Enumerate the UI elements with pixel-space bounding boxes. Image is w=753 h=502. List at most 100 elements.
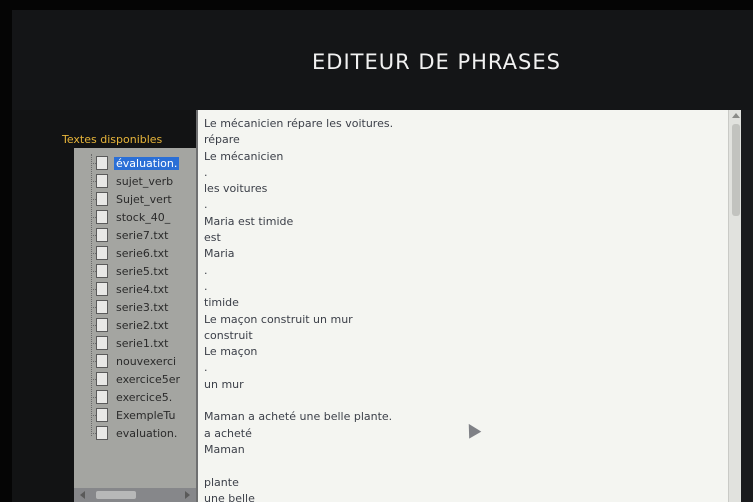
editor-line: une belle [204, 491, 255, 502]
file-item-label: évaluation. [114, 156, 180, 170]
document-icon [96, 192, 108, 206]
editor-line: Le maçon construit un mur [204, 312, 353, 326]
screen: EDITEUR DE PHRASES Textes disponibles év… [12, 10, 753, 502]
file-item-evaluation[interactable]: évaluation. [91, 154, 180, 172]
editor-line: un mur [204, 377, 244, 391]
tree-tick [91, 253, 96, 254]
tree-tick [91, 181, 96, 182]
tree-tick [91, 235, 96, 236]
file-item-nouvexerci[interactable]: nouvexerci [91, 352, 178, 370]
editor-text-area[interactable]: Le mécanicien répare les voitures. répar… [204, 116, 714, 502]
sentence-editor[interactable]: Le mécanicien répare les voitures. répar… [196, 110, 743, 502]
file-item-serie1[interactable]: serie1.txt [91, 334, 170, 352]
scroll-right-arrow-icon[interactable] [185, 491, 190, 499]
editor-line: répare [204, 133, 240, 147]
document-icon [96, 390, 108, 404]
window-edge [741, 110, 753, 502]
file-item-exercice5er[interactable]: exercice5er [91, 370, 182, 388]
file-item-label: sujet_verb [116, 174, 174, 188]
file-item-label: serie7.txt [116, 228, 169, 242]
tree-tick [91, 307, 96, 308]
editor-line: Le maçon [204, 345, 258, 359]
document-icon [96, 282, 108, 296]
document-icon [96, 354, 108, 368]
file-item-label: ExempleTu [116, 408, 176, 422]
tree-tick [91, 163, 96, 164]
file-item-serie7[interactable]: serie7.txt [91, 226, 170, 244]
tree-tick [91, 433, 96, 434]
document-icon [96, 336, 108, 350]
scroll-left-arrow-icon[interactable] [80, 491, 85, 499]
file-item-label: stock_40_ [116, 210, 171, 224]
file-item-sujet-vert[interactable]: Sujet_vert [91, 190, 174, 208]
editor-line: Maria [204, 247, 235, 261]
editor-line: Maman a acheté une belle plante. [204, 410, 393, 424]
editor-line: Maman [204, 442, 245, 456]
tree-tick [91, 415, 96, 416]
tree-connector [91, 154, 92, 436]
scrollbar-thumb[interactable] [732, 124, 740, 216]
tree-tick [91, 289, 96, 290]
tree-tick [91, 361, 96, 362]
file-item-serie4[interactable]: serie4.txt [91, 280, 170, 298]
file-item-label: nouvexerci [116, 354, 177, 368]
document-icon [96, 408, 108, 422]
file-item-evaluation-2[interactable]: evaluation. [91, 424, 179, 442]
editor-line: est [204, 231, 221, 245]
file-item-label: serie2.txt [116, 318, 169, 332]
file-item-label: evaluation. [116, 426, 178, 440]
file-item-label: exercice5. [116, 390, 173, 404]
editor-line: . [204, 165, 208, 179]
tree-tick [91, 217, 96, 218]
document-icon [96, 228, 108, 242]
editor-line: les voitures [204, 182, 268, 196]
file-item-serie5[interactable]: serie5.txt [91, 262, 170, 280]
scroll-up-arrow-icon[interactable] [732, 113, 740, 118]
header-banner: EDITEUR DE PHRASES [12, 10, 753, 110]
tree-tick [91, 199, 96, 200]
editor-line: timide [204, 296, 239, 310]
tree-tick [91, 343, 96, 344]
editor-line: Le mécanicien [204, 149, 284, 163]
document-icon [96, 174, 108, 188]
editor-line: construit [204, 328, 253, 342]
document-icon [96, 264, 108, 278]
file-item-exempletu[interactable]: ExempleTu [91, 406, 177, 424]
file-list-content: évaluation. sujet_verb Sujet_vert stock_… [74, 148, 196, 488]
editor-line: a acheté [204, 426, 252, 440]
document-icon [96, 156, 108, 170]
file-list[interactable]: évaluation. sujet_verb Sujet_vert stock_… [74, 148, 196, 502]
editor-line: . [204, 279, 208, 293]
file-item-serie3[interactable]: serie3.txt [91, 298, 170, 316]
editor-line: . [204, 198, 208, 212]
file-item-sujet-verb[interactable]: sujet_verb [91, 172, 175, 190]
file-item-label: serie5.txt [116, 264, 169, 278]
file-list-horizontal-scrollbar[interactable] [74, 488, 196, 502]
document-icon [96, 318, 108, 332]
file-item-label: serie6.txt [116, 246, 169, 260]
file-item-label: serie4.txt [116, 282, 169, 296]
file-item-serie6[interactable]: serie6.txt [91, 244, 170, 262]
document-icon [96, 210, 108, 224]
monitor: EDITEUR DE PHRASES Textes disponibles év… [0, 0, 753, 502]
file-item-exercice5[interactable]: exercice5. [91, 388, 174, 406]
file-item-stock[interactable]: stock_40_ [91, 208, 172, 226]
tree-tick [91, 397, 96, 398]
editor-line: Maria est timide [204, 214, 294, 228]
document-icon [96, 426, 108, 440]
tree-tick [91, 325, 96, 326]
editor-line: . [204, 263, 208, 277]
editor-line: plante [204, 475, 239, 489]
document-icon [96, 300, 108, 314]
file-item-serie2[interactable]: serie2.txt [91, 316, 170, 334]
tree-tick [91, 271, 96, 272]
document-icon [96, 372, 108, 386]
file-item-label: serie3.txt [116, 300, 169, 314]
file-item-label: exercice5er [116, 372, 181, 386]
editor-line: Le mécanicien répare les voitures. [204, 117, 394, 130]
file-item-label: Sujet_vert [116, 192, 172, 206]
document-icon [96, 246, 108, 260]
scrollbar-thumb[interactable] [96, 491, 136, 499]
